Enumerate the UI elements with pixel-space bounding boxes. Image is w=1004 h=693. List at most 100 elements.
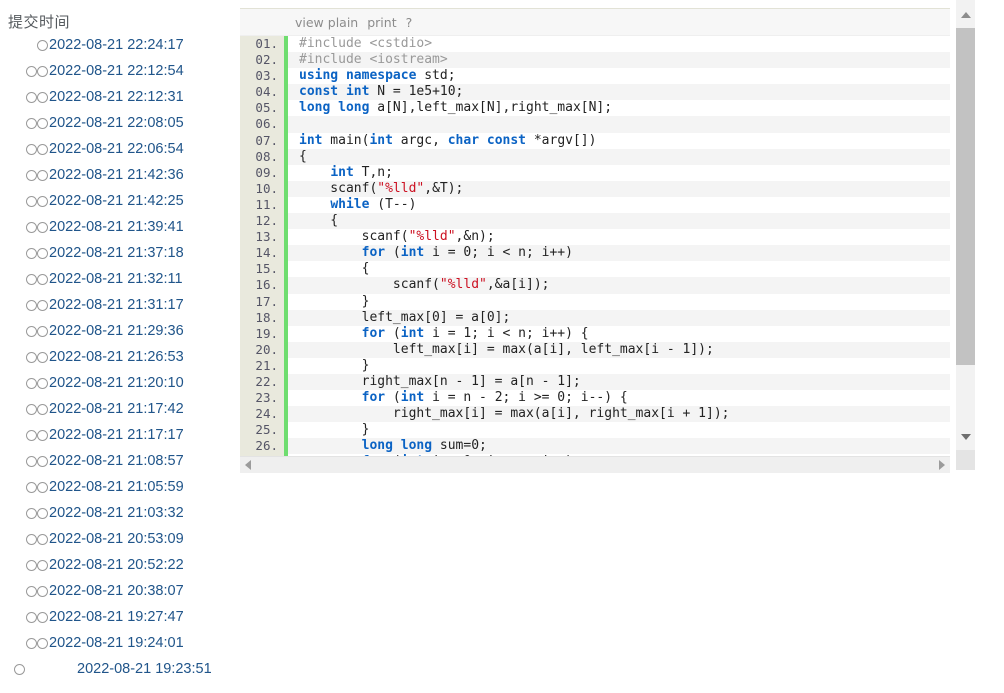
submission-row[interactable]: 2022-08-21 21:26:53 (0, 344, 232, 370)
submission-row[interactable]: 2022-08-21 22:12:54 (0, 58, 232, 84)
circle-icon[interactable] (26, 533, 37, 545)
circle-icon[interactable] (37, 117, 48, 129)
circle-icon[interactable] (26, 325, 37, 337)
circle-icon[interactable] (26, 481, 37, 493)
submission-time-label[interactable]: 2022-08-21 21:26:53 (48, 349, 184, 365)
print-link[interactable]: print (367, 15, 396, 30)
submission-time-label[interactable]: 2022-08-21 21:42:25 (48, 193, 184, 209)
circle-icon[interactable] (37, 533, 48, 545)
submission-row[interactable]: 2022-08-21 21:08:57 (0, 448, 232, 474)
submission-row[interactable]: 2022-08-21 21:37:18 (0, 240, 232, 266)
submission-row[interactable]: 2022-08-21 19:24:01 (0, 630, 232, 656)
circle-icon[interactable] (26, 195, 37, 207)
submission-row[interactable]: 2022-08-21 21:20:10 (0, 370, 232, 396)
circle-icon[interactable] (37, 325, 48, 337)
submission-row[interactable]: 2022-08-21 21:03:32 (0, 500, 232, 526)
submission-time-label[interactable]: 2022-08-21 20:53:09 (48, 531, 184, 547)
circle-icon[interactable] (37, 169, 48, 181)
submission-row[interactable]: 2022-08-21 21:17:42 (0, 396, 232, 422)
submission-row[interactable]: 2022-08-21 19:27:47 (0, 604, 232, 630)
submission-row[interactable]: 2022-08-21 19:23:51 (0, 656, 232, 682)
circle-icon[interactable] (26, 611, 37, 623)
circle-icon[interactable] (37, 507, 48, 519)
circle-icon[interactable] (26, 143, 37, 155)
page-vertical-scrollbar[interactable] (956, 0, 975, 470)
submission-row[interactable]: 2022-08-21 21:29:36 (0, 318, 232, 344)
scroll-right-arrow-icon[interactable] (939, 460, 945, 470)
circle-icon[interactable] (26, 637, 37, 649)
help-link[interactable]: ? (406, 15, 413, 30)
submission-time-label[interactable]: 2022-08-21 21:39:41 (48, 219, 184, 235)
submission-row[interactable]: 2022-08-21 20:38:07 (0, 578, 232, 604)
submission-time-label[interactable]: 2022-08-21 21:03:32 (48, 505, 184, 521)
circle-icon[interactable] (26, 351, 37, 363)
circle-icon[interactable] (26, 117, 37, 129)
submission-time-label[interactable]: 2022-08-21 22:08:05 (48, 115, 184, 131)
submission-row[interactable]: 2022-08-21 20:52:22 (0, 552, 232, 578)
circle-icon[interactable] (14, 663, 25, 675)
submission-time-label[interactable]: 2022-08-21 22:12:31 (48, 89, 184, 105)
submission-time-label[interactable]: 2022-08-21 21:20:10 (48, 375, 184, 391)
submission-time-label[interactable]: 2022-08-21 22:24:17 (48, 37, 184, 53)
submission-time-label[interactable]: 2022-08-21 21:42:36 (48, 167, 184, 183)
circle-icon[interactable] (26, 221, 37, 233)
submission-time-label[interactable]: 2022-08-21 20:38:07 (48, 583, 184, 599)
circle-icon[interactable] (26, 65, 37, 77)
circle-icon[interactable] (26, 429, 37, 441)
circle-icon[interactable] (37, 299, 48, 311)
circle-icon[interactable] (37, 481, 48, 493)
submission-time-label[interactable]: 2022-08-21 20:52:22 (48, 557, 184, 573)
submission-row[interactable]: 2022-08-21 21:39:41 (0, 214, 232, 240)
submission-time-label[interactable]: 2022-08-21 21:29:36 (48, 323, 184, 339)
circle-icon[interactable] (37, 143, 48, 155)
submission-row[interactable]: 2022-08-21 21:42:36 (0, 162, 232, 188)
submission-row[interactable]: 2022-08-21 21:32:11 (0, 266, 232, 292)
circle-icon[interactable] (26, 247, 37, 259)
circle-icon[interactable] (26, 169, 37, 181)
submission-time-label[interactable]: 2022-08-21 21:32:11 (48, 271, 183, 287)
code-horizontal-scrollbar[interactable] (240, 456, 950, 473)
submission-time-label[interactable]: 2022-08-21 21:17:17 (48, 427, 184, 443)
circle-icon[interactable] (37, 195, 48, 207)
circle-icon[interactable] (37, 247, 48, 259)
circle-icon[interactable] (37, 403, 48, 415)
circle-icon[interactable] (37, 559, 48, 571)
circle-icon[interactable] (26, 559, 37, 571)
circle-icon[interactable] (26, 273, 37, 285)
submission-row[interactable]: 2022-08-21 21:05:59 (0, 474, 232, 500)
submission-row[interactable]: 2022-08-21 21:31:17 (0, 292, 232, 318)
circle-icon[interactable] (26, 455, 37, 467)
circle-icon[interactable] (37, 65, 48, 77)
submission-time-label[interactable]: 2022-08-21 21:05:59 (48, 479, 184, 495)
submission-time-label[interactable]: 2022-08-21 19:23:51 (62, 661, 212, 677)
circle-icon[interactable] (37, 611, 48, 623)
submission-time-label[interactable]: 2022-08-21 19:24:01 (48, 635, 184, 651)
submission-time-label[interactable]: 2022-08-21 22:12:54 (48, 63, 184, 79)
code-lines[interactable]: 01. #include <cstdio> 02. #include <iostrea… (240, 36, 950, 456)
circle-icon[interactable] (37, 39, 48, 51)
submission-time-label[interactable]: 2022-08-21 21:17:42 (48, 401, 184, 417)
submission-time-label[interactable]: 2022-08-21 21:37:18 (48, 245, 184, 261)
submission-row[interactable]: 2022-08-21 22:08:05 (0, 110, 232, 136)
submission-row[interactable]: 2022-08-21 22:24:17 (0, 32, 232, 58)
circle-icon[interactable] (26, 507, 37, 519)
circle-icon[interactable] (26, 585, 37, 597)
circle-icon[interactable] (37, 377, 48, 389)
submission-row[interactable]: 2022-08-21 20:53:09 (0, 526, 232, 552)
circle-icon[interactable] (26, 299, 37, 311)
submission-time-label[interactable]: 2022-08-21 21:31:17 (48, 297, 184, 313)
submission-row[interactable]: 2022-08-21 21:42:25 (0, 188, 232, 214)
circle-icon[interactable] (26, 377, 37, 389)
submission-row[interactable]: 2022-08-21 22:12:31 (0, 84, 232, 110)
scroll-up-arrow-icon[interactable] (961, 12, 971, 18)
submission-time-label[interactable]: 2022-08-21 21:08:57 (48, 453, 184, 469)
circle-icon[interactable] (37, 273, 48, 285)
circle-icon[interactable] (26, 403, 37, 415)
circle-icon[interactable] (26, 91, 37, 103)
submission-row[interactable]: 2022-08-21 22:06:54 (0, 136, 232, 162)
circle-icon[interactable] (37, 351, 48, 363)
circle-icon[interactable] (37, 221, 48, 233)
circle-icon[interactable] (37, 91, 48, 103)
submission-time-label[interactable]: 2022-08-21 22:06:54 (48, 141, 184, 157)
view-plain-link[interactable]: view plain (295, 15, 358, 30)
